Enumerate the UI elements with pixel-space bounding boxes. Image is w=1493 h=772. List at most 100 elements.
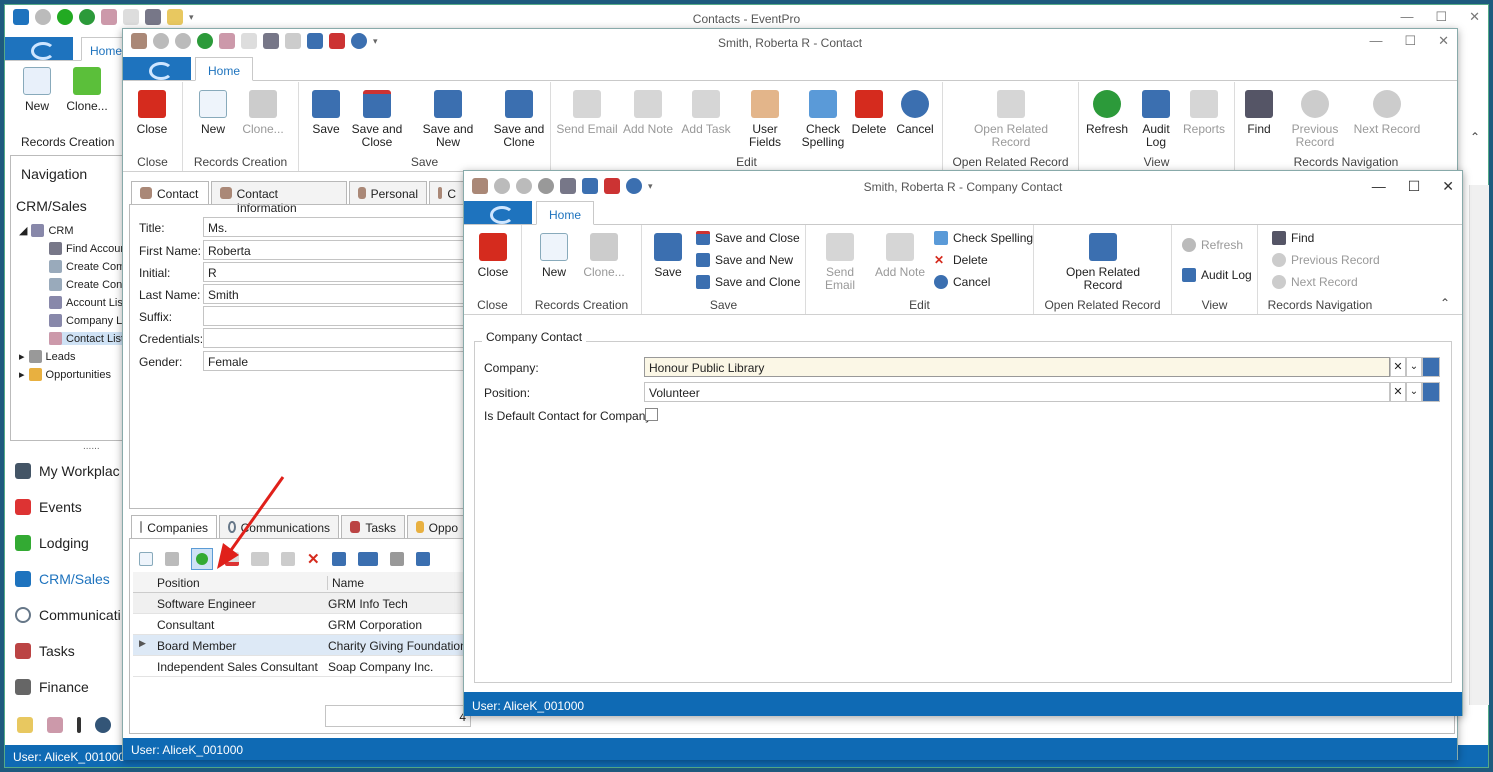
grid-more-icon[interactable] [415,552,430,566]
company-new-button[interactable]: New [536,233,572,279]
contact-reports-button[interactable]: Reports [1181,90,1227,136]
tree-item-opportunities[interactable]: ▸ Opportunities [19,368,111,381]
minimize-icon[interactable]: — [1372,178,1386,195]
contact-audit-log-button[interactable]: Audit Log [1135,90,1177,149]
close-icon[interactable]: ✕ [1442,178,1454,195]
main-new-button[interactable]: New [19,67,55,113]
tree-item-find-account[interactable]: Find Accoun [49,242,127,255]
tree-item-leads[interactable]: ▸ Leads [19,350,76,363]
credentials-field[interactable] [203,328,465,348]
contact-send-email-button[interactable]: Send Email [555,90,619,136]
contact-user-fields-button[interactable]: User Fields [735,90,795,149]
contact-add-note-button[interactable]: Add Note [621,90,675,136]
maximize-icon[interactable]: ☐ [1404,33,1416,49]
chevron-down-icon[interactable]: ⌄ [1406,382,1422,402]
tab-companies[interactable]: Companies [131,515,217,539]
contact-delete-button[interactable]: Delete [849,90,889,136]
tree-item-contact-list[interactable]: Contact List [49,332,125,345]
grid-delete-icon[interactable]: ✕ [307,550,320,568]
contact-save-close-button[interactable]: Save and Close [349,90,405,149]
company-clone-button[interactable]: Clone... [580,233,628,279]
tree-item-company-list[interactable]: Company Li [49,314,125,327]
company-home-tab[interactable]: Home [536,201,595,225]
maximize-icon[interactable]: ☐ [1408,178,1421,195]
tab-tasks[interactable]: Tasks [341,515,405,539]
company-add-note-button[interactable]: Add Note [874,233,926,279]
tree-item-account-list[interactable]: Account Lis [49,296,123,309]
tab-personal[interactable]: Personal [349,181,427,205]
tab-opportunities[interactable]: Oppo [407,515,467,539]
company-cancel-button[interactable]: Cancel [934,275,990,289]
company-delete-button[interactable]: ✕ Delete [934,253,988,267]
position-field[interactable]: Volunteer [644,382,1390,402]
contact-find-button[interactable]: Find [1239,90,1279,136]
tree-icon[interactable] [47,717,63,733]
lookup-icon[interactable] [1422,357,1440,377]
table-row[interactable]: Consultant GRM Corporation [133,614,473,635]
gender-field[interactable]: Female [203,351,465,371]
grid-export-icon[interactable] [357,552,378,566]
contact-clone-button[interactable]: Clone... [239,90,287,136]
nav-finance[interactable]: Finance [15,679,89,695]
close-icon[interactable]: ✕ [1469,9,1480,25]
tab-contact[interactable]: Contact [131,181,209,205]
grid-copy-icon[interactable] [389,552,404,566]
contact-open-related-button[interactable]: Open Related Record [961,90,1061,149]
last-name-field[interactable]: Smith [203,284,465,304]
company-next-button[interactable]: Next Record [1272,275,1358,289]
table-row-selected[interactable]: ▶ Board Member Charity Giving Foundation [133,635,473,656]
grid-open-icon[interactable] [331,552,346,566]
company-previous-button[interactable]: Previous Record [1272,253,1380,267]
title-field[interactable]: Ms. [203,217,465,237]
tree-item-crm[interactable]: ◢ CRM [19,224,74,237]
table-row[interactable]: Software Engineer GRM Info Tech [133,593,473,614]
grid-new-icon[interactable] [139,552,153,566]
suffix-field[interactable] [203,306,465,326]
contact-save-clone-button[interactable]: Save and Clone [491,90,547,149]
tree-item-create-contact[interactable]: Create Con [49,278,122,291]
company-check-spelling-button[interactable]: Check Spelling [934,231,1033,245]
contact-save-button[interactable]: Save [307,90,345,136]
contact-close-button[interactable]: Close [133,90,171,136]
company-save-clone-button[interactable]: Save and Clone [696,275,800,289]
sort-icon[interactable] [77,717,81,733]
company-save-button[interactable]: Save [650,233,686,279]
contact-check-spelling-button[interactable]: Check Spelling [799,90,847,149]
contact-new-button[interactable]: New [195,90,231,136]
tree-item-create-company[interactable]: Create Com [49,260,125,273]
contact-cancel-button[interactable]: Cancel [893,90,937,136]
notes-icon[interactable] [17,717,33,733]
nav-crm-sales[interactable]: CRM/Sales [15,571,110,587]
close-icon[interactable]: ✕ [1438,33,1449,49]
maximize-icon[interactable]: ☐ [1435,9,1447,25]
company-audit-log-button[interactable]: Audit Log [1182,268,1252,282]
tab-contact-information[interactable]: Contact Information [211,181,347,215]
company-save-close-button[interactable]: Save and Close [696,231,800,245]
contact-home-tab[interactable]: Home [195,57,254,81]
table-row[interactable]: Independent Sales Consultant Soap Company… [133,656,473,677]
grid-clone-icon[interactable] [165,552,179,566]
company-save-new-button[interactable]: Save and New [696,253,793,267]
nav-tasks[interactable]: Tasks [15,643,75,659]
app-menu-logo[interactable] [5,37,73,60]
company-send-email-button[interactable]: Send Email [810,233,870,292]
tab-more[interactable]: C [429,181,465,205]
grid-header-position[interactable]: Position [157,576,200,590]
pane-splitter[interactable]: ...... [83,441,100,452]
company-refresh-button[interactable]: Refresh [1182,238,1243,252]
contact-save-new-button[interactable]: Save and New [409,90,487,149]
contact-next-button[interactable]: Next Record [1351,90,1423,136]
main-clone-button[interactable]: Clone... [63,67,111,113]
default-contact-checkbox[interactable] [645,408,658,421]
grid-header-name[interactable]: Name [327,576,364,590]
company-find-button[interactable]: Find [1272,231,1314,245]
company-ribbon-collapse-icon[interactable]: ⌃ [1440,296,1450,310]
minimize-icon[interactable]: — [1369,33,1382,49]
clear-icon[interactable]: ✕ [1390,382,1406,402]
main-scrollbar[interactable] [1469,185,1489,705]
contact-refresh-button[interactable]: Refresh [1085,90,1129,136]
contact-app-menu[interactable] [123,57,191,80]
lookup-icon[interactable] [1422,382,1440,402]
nav-events[interactable]: Events [15,499,82,515]
company-close-button[interactable]: Close [474,233,512,279]
